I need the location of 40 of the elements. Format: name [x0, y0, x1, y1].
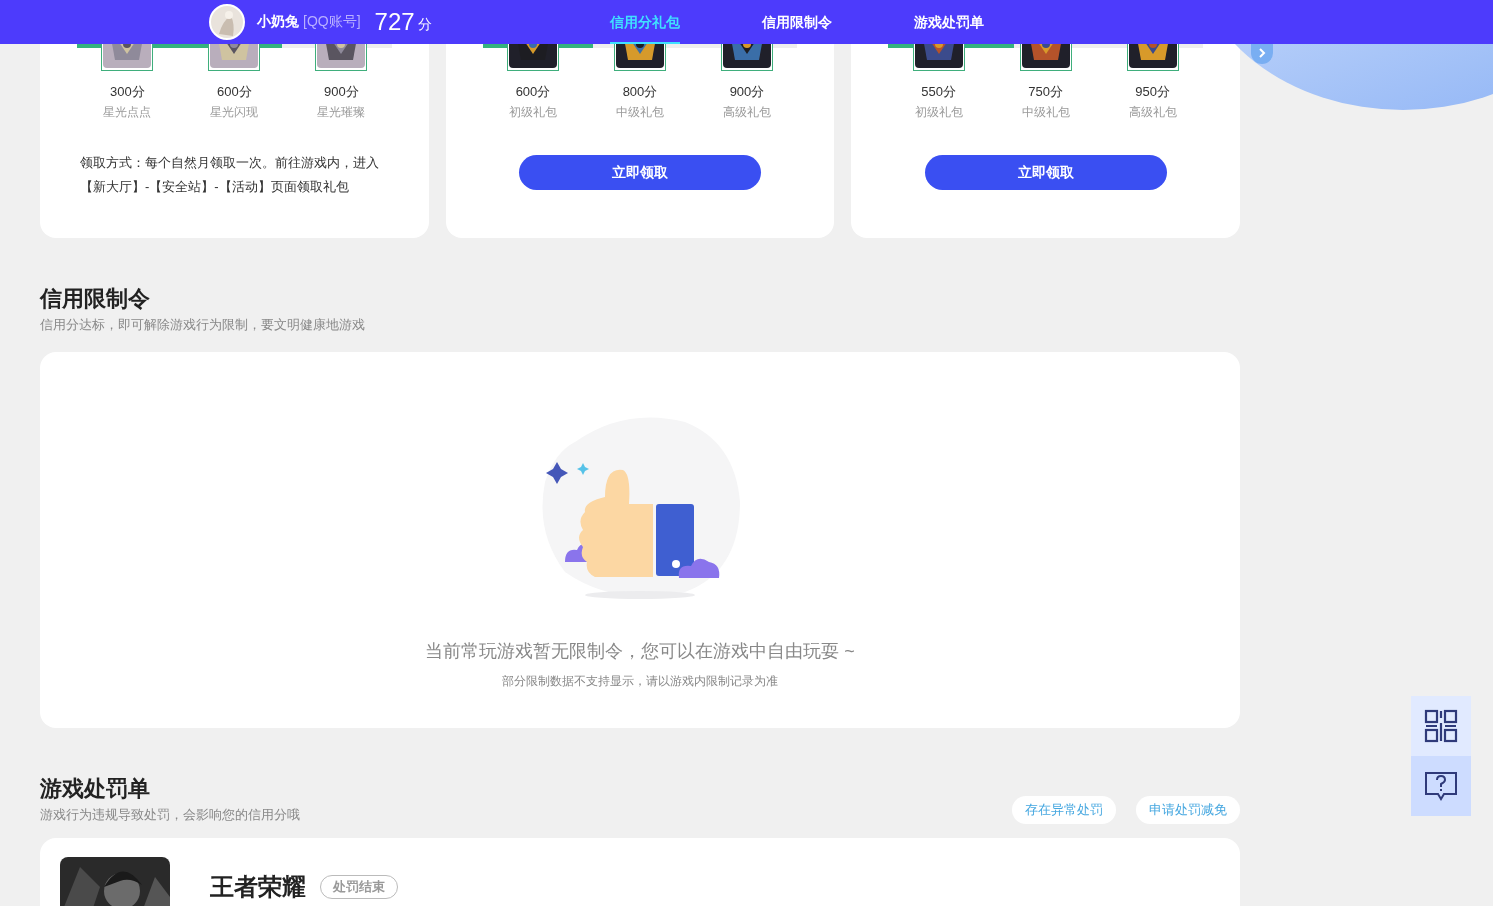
points-required: 900分	[323, 83, 359, 101]
empty-message: 当前常玩游戏暂无限制令，您可以在游戏中自由玩耍 ~	[425, 640, 855, 663]
help-icon	[1424, 769, 1458, 803]
score-unit: 分	[417, 16, 432, 34]
reward-name: 中级礼包	[616, 104, 664, 121]
reward-name: 星光璀璨	[317, 104, 366, 121]
username: 小奶兔	[257, 13, 299, 31]
section-title: 游戏处罚单	[40, 775, 151, 803]
section-title: 信用限制令	[40, 285, 151, 313]
empty-hint: 部分限制数据不支持显示，请以游戏内限制记录为准	[502, 673, 778, 690]
claim-instructions: 领取方式：每个自然月领取一次。前往游戏内，进入【新大厅】-【安全站】-【活动】页面领取礼包	[79, 154, 380, 196]
nav-tab[interactable]: 游戏处罚单	[913, 0, 984, 44]
reward-name: 中级礼包	[1021, 104, 1070, 121]
reward-name: 初级礼包	[914, 104, 963, 121]
credit-score: 727	[374, 8, 415, 36]
points-required: 600分	[515, 83, 551, 101]
claim-button[interactable]: 立即领取	[519, 155, 761, 190]
reward-name: 星光闪现	[210, 104, 259, 121]
points-required: 800分	[622, 83, 658, 101]
points-required: 950分	[1135, 83, 1170, 101]
qr-code-icon	[1424, 709, 1458, 743]
nav-tab[interactable]: 信用限制令	[761, 0, 832, 44]
account-type: [QQ账号]	[303, 13, 361, 31]
game-name: 王者荣耀	[210, 872, 306, 902]
points-required: 550分	[921, 83, 956, 101]
points-required: 300分	[109, 83, 145, 101]
points-required: 900分	[729, 83, 765, 101]
chevron-icon	[1258, 48, 1266, 58]
points-required: 600分	[216, 83, 252, 101]
avatar	[209, 4, 245, 40]
help-button[interactable]	[1411, 756, 1471, 816]
claim-button[interactable]: 立即领取	[924, 155, 1167, 190]
reward-name: 高级礼包	[1128, 104, 1177, 121]
section-subtitle: 信用分达标，即可解除游戏行为限制，要文明健康地游戏	[40, 316, 366, 334]
reward-name: 高级礼包	[723, 104, 771, 121]
reward-name: 初级礼包	[509, 104, 557, 121]
section-subtitle: 游戏行为违规导致处罚，会影响您的信用分哦	[40, 806, 300, 824]
qr-code-button[interactable]	[1411, 696, 1471, 756]
points-required: 750分	[1028, 83, 1063, 101]
reward-name: 星光点点	[103, 104, 152, 121]
